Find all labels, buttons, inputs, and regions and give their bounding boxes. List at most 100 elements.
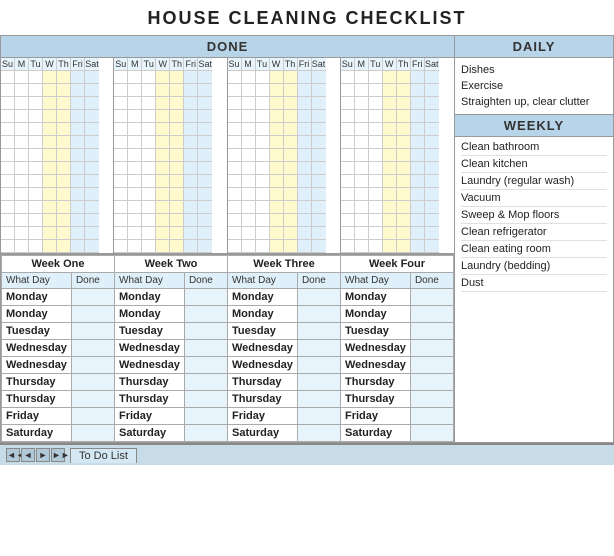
- grid-cell[interactable]: [284, 149, 298, 162]
- grid-cell[interactable]: [383, 123, 397, 136]
- grid-cell[interactable]: [383, 149, 397, 162]
- grid-cell[interactable]: [355, 240, 369, 253]
- grid-cell[interactable]: [411, 201, 425, 214]
- grid-cell[interactable]: [1, 110, 15, 123]
- grid-cell[interactable]: [256, 71, 270, 84]
- grid-cell[interactable]: [85, 136, 99, 149]
- grid-cell[interactable]: [270, 136, 284, 149]
- grid-cell[interactable]: [15, 214, 29, 227]
- grid-cell[interactable]: [284, 227, 298, 240]
- grid-cell[interactable]: [411, 175, 425, 188]
- grid-cell[interactable]: [397, 214, 411, 227]
- grid-cell[interactable]: [15, 110, 29, 123]
- grid-cell[interactable]: [355, 84, 369, 97]
- grid-cell[interactable]: [425, 84, 439, 97]
- grid-cell[interactable]: [170, 214, 184, 227]
- grid-cell[interactable]: [156, 227, 170, 240]
- grid-cell[interactable]: [284, 71, 298, 84]
- grid-cell[interactable]: [270, 227, 284, 240]
- grid-cell[interactable]: [284, 240, 298, 253]
- grid-cell[interactable]: [228, 214, 242, 227]
- grid-cell[interactable]: [43, 201, 57, 214]
- grid-cell[interactable]: [128, 136, 142, 149]
- done-cell-w3-r2[interactable]: [297, 323, 340, 340]
- done-cell-w4-r5[interactable]: [410, 374, 453, 391]
- grid-cell[interactable]: [228, 240, 242, 253]
- grid-cell[interactable]: [142, 214, 156, 227]
- grid-cell[interactable]: [228, 201, 242, 214]
- grid-cell[interactable]: [114, 227, 128, 240]
- grid-cell[interactable]: [85, 175, 99, 188]
- grid-cell[interactable]: [355, 71, 369, 84]
- grid-cell[interactable]: [156, 175, 170, 188]
- grid-cell[interactable]: [425, 227, 439, 240]
- grid-cell[interactable]: [298, 84, 312, 97]
- grid-cell[interactable]: [128, 214, 142, 227]
- grid-cell[interactable]: [1, 188, 15, 201]
- grid-cell[interactable]: [312, 110, 326, 123]
- grid-cell[interactable]: [397, 123, 411, 136]
- grid-cell[interactable]: [228, 123, 242, 136]
- grid-cell[interactable]: [284, 123, 298, 136]
- grid-cell[interactable]: [43, 162, 57, 175]
- grid-cell[interactable]: [85, 123, 99, 136]
- grid-cell[interactable]: [114, 214, 128, 227]
- grid-cell[interactable]: [341, 201, 355, 214]
- grid-cell[interactable]: [1, 149, 15, 162]
- grid-cell[interactable]: [411, 214, 425, 227]
- grid-cell[interactable]: [71, 188, 85, 201]
- grid-cell[interactable]: [298, 227, 312, 240]
- grid-cell[interactable]: [341, 227, 355, 240]
- grid-cell[interactable]: [355, 214, 369, 227]
- done-cell-w2-r8[interactable]: [184, 425, 227, 442]
- grid-cell[interactable]: [312, 136, 326, 149]
- grid-cell[interactable]: [242, 136, 256, 149]
- grid-cell[interactable]: [242, 162, 256, 175]
- done-cell-w4-r4[interactable]: [410, 357, 453, 374]
- grid-cell[interactable]: [85, 214, 99, 227]
- grid-cell[interactable]: [57, 97, 71, 110]
- grid-cell[interactable]: [383, 175, 397, 188]
- nav-last[interactable]: ►►: [51, 448, 65, 462]
- grid-cell[interactable]: [198, 227, 212, 240]
- grid-cell[interactable]: [298, 123, 312, 136]
- grid-cell[interactable]: [270, 149, 284, 162]
- grid-cell[interactable]: [198, 175, 212, 188]
- grid-cell[interactable]: [355, 149, 369, 162]
- grid-cell[interactable]: [355, 110, 369, 123]
- grid-cell[interactable]: [270, 240, 284, 253]
- grid-cell[interactable]: [114, 123, 128, 136]
- grid-cell[interactable]: [425, 240, 439, 253]
- grid-cell[interactable]: [228, 97, 242, 110]
- grid-cell[interactable]: [383, 188, 397, 201]
- grid-cell[interactable]: [142, 188, 156, 201]
- grid-cell[interactable]: [298, 149, 312, 162]
- grid-cell[interactable]: [228, 136, 242, 149]
- grid-cell[interactable]: [256, 188, 270, 201]
- grid-cell[interactable]: [341, 97, 355, 110]
- grid-cell[interactable]: [15, 227, 29, 240]
- grid-cell[interactable]: [411, 84, 425, 97]
- grid-cell[interactable]: [228, 110, 242, 123]
- grid-cell[interactable]: [15, 188, 29, 201]
- grid-cell[interactable]: [341, 110, 355, 123]
- grid-cell[interactable]: [43, 71, 57, 84]
- grid-cell[interactable]: [184, 201, 198, 214]
- grid-cell[interactable]: [256, 97, 270, 110]
- grid-cell[interactable]: [425, 188, 439, 201]
- grid-cell[interactable]: [142, 201, 156, 214]
- grid-cell[interactable]: [156, 162, 170, 175]
- grid-cell[interactable]: [29, 136, 43, 149]
- grid-cell[interactable]: [15, 175, 29, 188]
- grid-cell[interactable]: [15, 149, 29, 162]
- done-cell-w2-r7[interactable]: [184, 408, 227, 425]
- grid-cell[interactable]: [270, 110, 284, 123]
- grid-cell[interactable]: [383, 214, 397, 227]
- grid-cell[interactable]: [198, 123, 212, 136]
- grid-cell[interactable]: [71, 71, 85, 84]
- grid-cell[interactable]: [397, 84, 411, 97]
- done-cell-w1-r1[interactable]: [71, 306, 114, 323]
- grid-cell[interactable]: [198, 240, 212, 253]
- grid-cell[interactable]: [256, 162, 270, 175]
- grid-cell[interactable]: [425, 214, 439, 227]
